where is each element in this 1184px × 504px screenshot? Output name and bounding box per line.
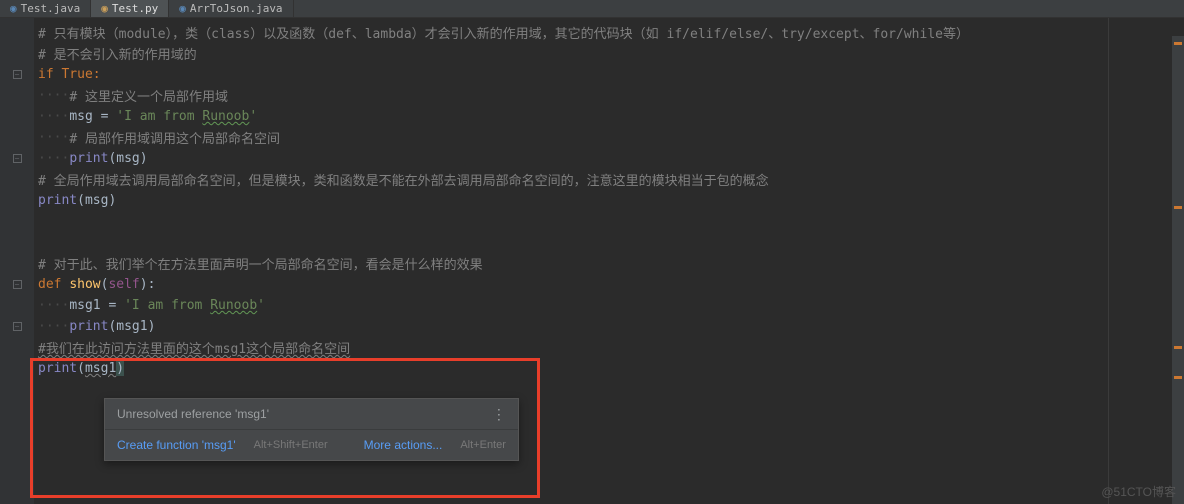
args: (msg1)	[108, 319, 155, 334]
comment: #我们在此访问方法里面的这个msg1这个局部命名空间	[38, 338, 350, 357]
code-editor[interactable]: − − − − # 只有模块（module），类（class）以及函数（def、…	[0, 18, 1184, 504]
fn-print: print	[69, 319, 108, 334]
error-stripe[interactable]	[1172, 36, 1184, 504]
unresolved-ref: msg1	[85, 361, 116, 376]
fn-name: show	[69, 277, 100, 292]
comment: # 对于此、我们举个在方法里面声明一个局部命名空间，看会是什么样的效果	[38, 254, 483, 273]
tab-arrtojson-java[interactable]: ◉ ArrToJson.java	[169, 0, 293, 17]
java-icon: ◉	[10, 2, 17, 15]
var-msg: msg =	[69, 109, 116, 124]
kw-true: True:	[54, 67, 101, 82]
tab-label: Test.java	[21, 2, 81, 15]
java-icon: ◉	[179, 2, 186, 15]
var-msg1: msg1 =	[69, 298, 124, 313]
comment: # 局部作用域调用这个局部命名空间	[69, 128, 280, 147]
comment: # 是不会引入新的作用域的	[38, 44, 197, 63]
tab-label: ArrToJson.java	[190, 2, 283, 15]
tab-test-java[interactable]: ◉ Test.java	[0, 0, 91, 17]
tab-label: Test.py	[112, 2, 158, 15]
kw-def: def	[38, 277, 69, 292]
comment: # 全局作用域去调用局部命名空间，但是模块，类和函数是不能在外部去调用局部命名空…	[38, 170, 769, 189]
right-margin-line	[1108, 18, 1109, 504]
fn-print: print	[38, 193, 77, 208]
intention-action-more[interactable]: More actions...	[364, 438, 443, 452]
shortcut-hint: Alt+Enter	[460, 439, 506, 451]
args: (msg)	[108, 151, 147, 166]
intention-popup: Unresolved reference 'msg1' ⋮ Create fun…	[104, 398, 519, 461]
fold-icon[interactable]: −	[13, 70, 22, 79]
intention-action-create[interactable]: Create function 'msg1'	[117, 438, 236, 452]
intention-title: Unresolved reference 'msg1'	[117, 407, 269, 421]
fold-icon[interactable]: −	[13, 322, 22, 331]
kw-if: if	[38, 67, 54, 82]
tab-test-py[interactable]: ◉ Test.py	[91, 0, 169, 17]
watermark: @51CTO博客	[1101, 483, 1176, 500]
comment: # 只有模块（module），类（class）以及函数（def、lambda）才…	[38, 23, 969, 42]
fold-icon[interactable]: −	[13, 154, 22, 163]
string-literal: 'I am from Runoob'	[124, 298, 265, 313]
python-icon: ◉	[101, 2, 108, 15]
fn-print: print	[38, 361, 77, 376]
code-area[interactable]: # 只有模块（module），类（class）以及函数（def、lambda）才…	[34, 18, 1184, 504]
fn-print: print	[69, 151, 108, 166]
args: (msg)	[77, 193, 116, 208]
gutter: − − − −	[0, 18, 34, 504]
param-self: self	[108, 277, 139, 292]
shortcut-hint: Alt+Shift+Enter	[254, 439, 328, 451]
fold-icon[interactable]: −	[13, 280, 22, 289]
comment: # 这里定义一个局部作用域	[69, 86, 228, 105]
kebab-icon[interactable]: ⋮	[492, 407, 506, 421]
editor-tabs: ◉ Test.java ◉ Test.py ◉ ArrToJson.java	[0, 0, 1184, 18]
string-literal: 'I am from Runoob'	[116, 109, 257, 124]
